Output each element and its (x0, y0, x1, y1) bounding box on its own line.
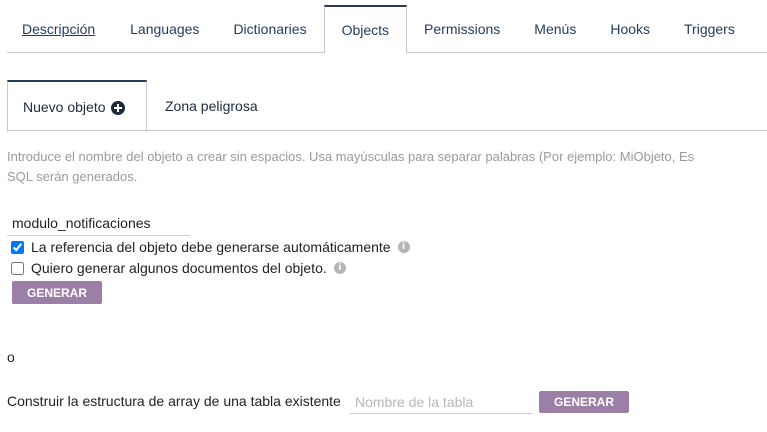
info-icon[interactable]: i (397, 241, 410, 253)
auto-ref-label: La referencia del objeto debe generarse … (31, 239, 391, 255)
help-text: Introduce el nombre del objeto a crear s… (7, 147, 767, 187)
or-separator: o (7, 349, 15, 365)
gen-docs-checkbox[interactable] (11, 261, 24, 275)
plus-circle-icon (110, 100, 125, 115)
tab-dictionaries[interactable]: Dictionaries (216, 5, 323, 53)
main-tab-bar: Descripción Languages Dictionaries Objec… (7, 5, 767, 54)
tab-objects[interactable]: Objects (323, 5, 408, 54)
table-name-input[interactable] (350, 390, 533, 414)
tab-menus[interactable]: Menús (517, 5, 593, 53)
help-text-line: Introduce el nombre del objeto a crear s… (7, 149, 695, 164)
auto-ref-checkbox[interactable] (11, 240, 24, 254)
help-text-line: SQL serán generados. (7, 169, 138, 184)
sub-tab-bar: Nuevo objeto Zona peligrosa (7, 80, 767, 132)
tab-nuevo-objeto[interactable]: Nuevo objeto (7, 80, 147, 132)
tab-label: Nuevo objeto (23, 98, 106, 115)
tab-label: Descripción (22, 21, 96, 37)
info-icon[interactable]: i (333, 262, 346, 274)
generate-from-table-button[interactable]: GENERAR (539, 391, 629, 413)
tab-zona-peligrosa[interactable]: Zona peligrosa (147, 80, 258, 131)
tab-triggers[interactable]: Triggers (667, 5, 752, 53)
build-from-table-label: Construir la estructura de array de una … (7, 393, 341, 409)
tab-descripcion[interactable]: Descripción (7, 5, 113, 53)
gen-docs-label: Quiero generar algunos documentos del ob… (31, 260, 327, 276)
generate-object-button[interactable]: GENERAR (12, 281, 102, 304)
tab-languages[interactable]: Languages (113, 5, 216, 53)
object-name-input[interactable] (7, 210, 190, 236)
gen-docs-option[interactable]: Quiero generar algunos documentos del ob… (9, 260, 346, 276)
tab-hooks[interactable]: Hooks (593, 5, 667, 53)
tab-permissions[interactable]: Permissions (407, 5, 517, 53)
auto-ref-option[interactable]: La referencia del objeto debe generarse … (9, 239, 410, 255)
